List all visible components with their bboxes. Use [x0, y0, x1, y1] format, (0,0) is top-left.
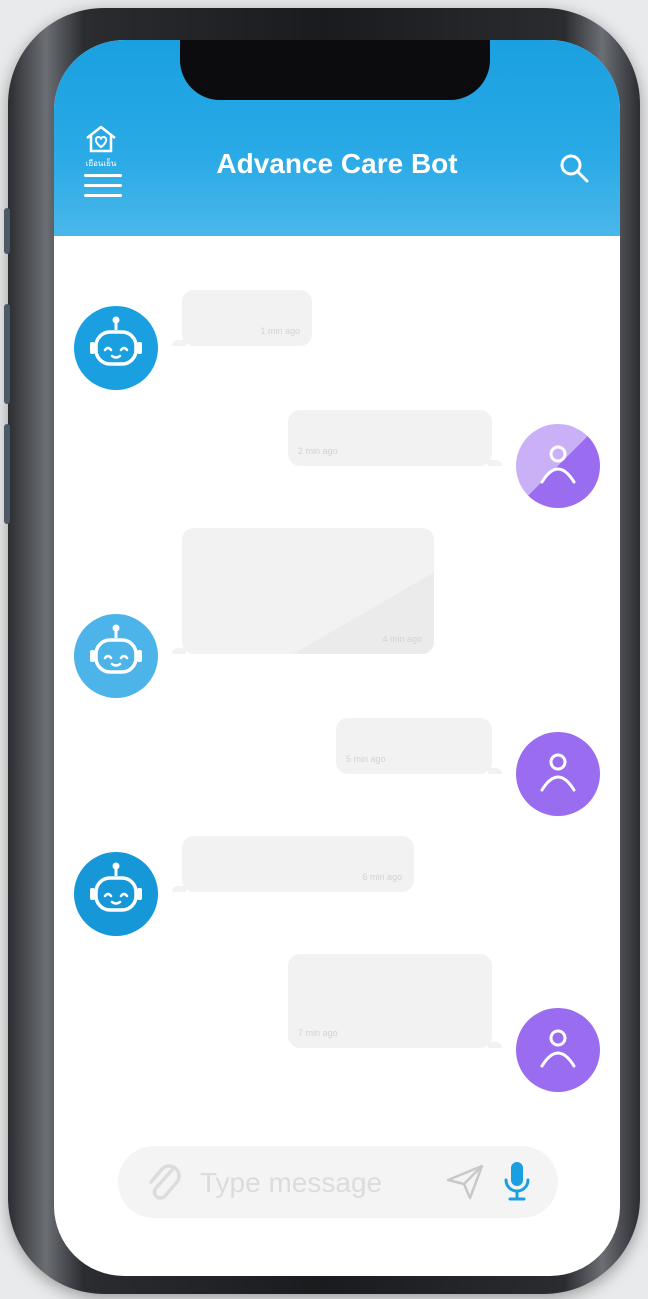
- message-time: 5 min ago: [346, 754, 386, 764]
- message-time: 1 min ago: [260, 326, 300, 336]
- bot-avatar: [74, 614, 158, 698]
- send-icon[interactable]: [444, 1162, 486, 1202]
- user-icon: [540, 753, 576, 792]
- message-time: 2 min ago: [298, 446, 338, 456]
- message-bubble-bot[interactable]: 4 min ago: [172, 528, 434, 654]
- phone-frame: เยือนเย็น Advance Care Bot 1 min ago 2 m…: [4, 8, 640, 1294]
- message-composer: [118, 1146, 558, 1218]
- message-time: 7 min ago: [298, 1028, 338, 1038]
- side-button-mute: [4, 208, 10, 254]
- page-title: Advance Care Bot: [216, 148, 458, 179]
- message-bubble-bot[interactable]: 6 min ago: [172, 836, 414, 892]
- user-avatar: [516, 732, 600, 816]
- app-header: เยือนเย็น Advance Care Bot: [54, 40, 620, 236]
- app-screen: เยือนเย็น Advance Care Bot 1 min ago 2 m…: [54, 40, 620, 1276]
- message-bubble-bot[interactable]: 1 min ago: [172, 290, 312, 346]
- user-icon: [540, 445, 576, 484]
- chat-area[interactable]: 1 min ago 2 min ago 4 min ago 5 min ago …: [54, 236, 620, 1096]
- device-notch: [180, 40, 490, 100]
- side-button-volume-down: [4, 424, 10, 524]
- user-avatar: [516, 424, 600, 508]
- message-time: 6 min ago: [362, 872, 402, 882]
- bot-avatar: [74, 852, 158, 936]
- paperclip-icon[interactable]: [144, 1160, 184, 1204]
- robot-icon: [90, 316, 142, 366]
- search-icon[interactable]: [558, 152, 590, 184]
- message-input[interactable]: [198, 1162, 452, 1204]
- side-button-volume-up: [4, 304, 10, 404]
- robot-icon: [90, 624, 142, 674]
- message-bubble-user[interactable]: 5 min ago: [336, 718, 502, 774]
- user-avatar: [516, 1008, 600, 1092]
- message-time: 4 min ago: [382, 634, 422, 644]
- message-bubble-user[interactable]: 7 min ago: [288, 954, 502, 1048]
- robot-icon: [90, 862, 142, 912]
- microphone-icon[interactable]: [502, 1160, 532, 1204]
- user-icon: [540, 1029, 576, 1068]
- bot-avatar: [74, 306, 158, 390]
- message-bubble-user[interactable]: 2 min ago: [288, 410, 502, 466]
